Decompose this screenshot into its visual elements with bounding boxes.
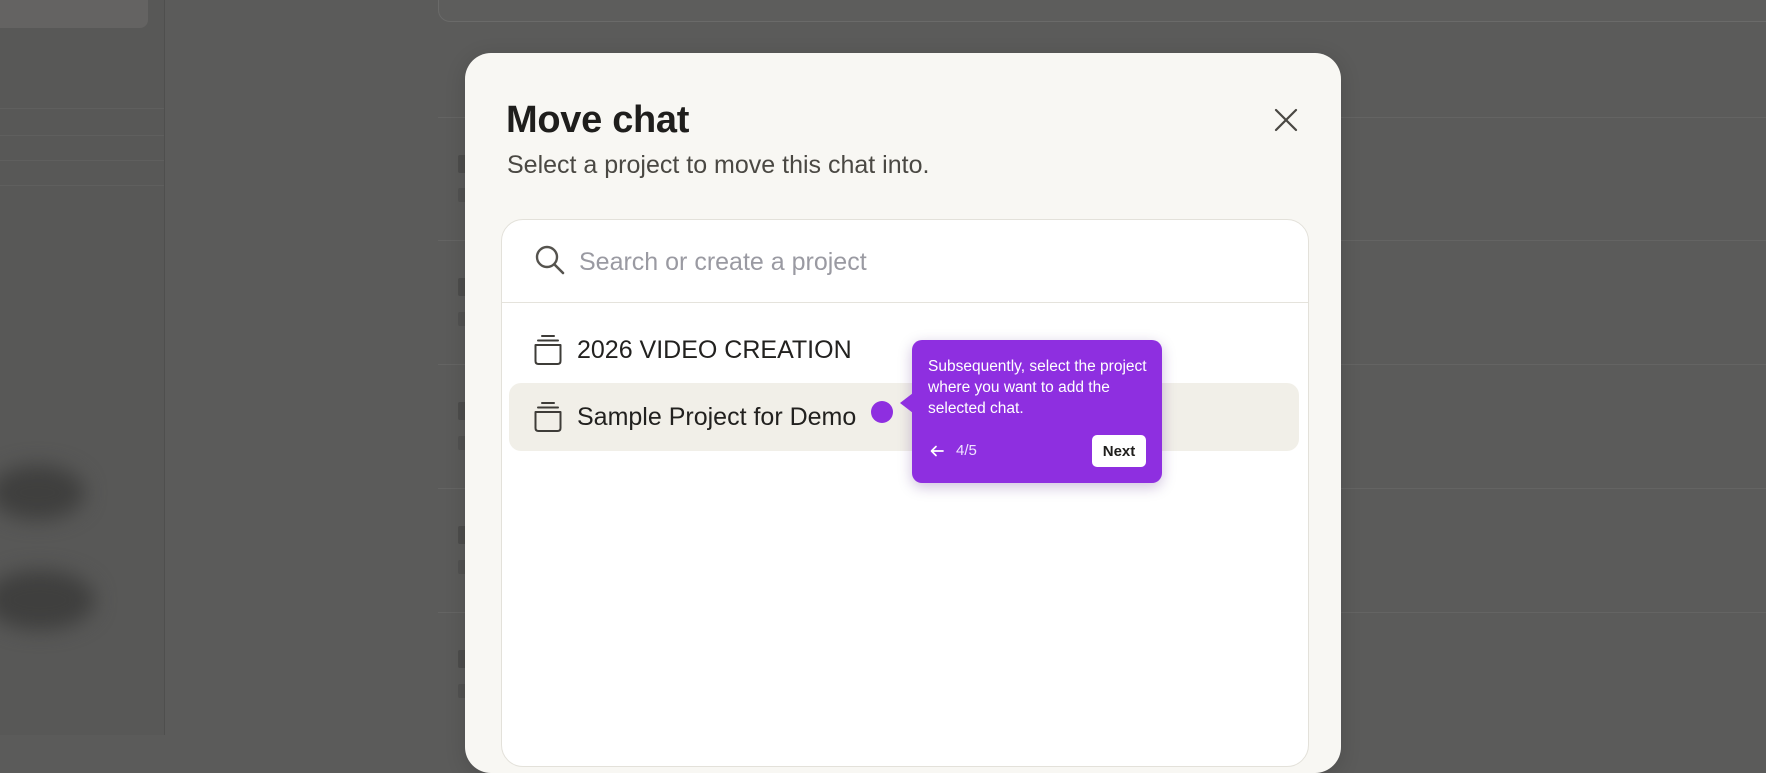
project-stack-icon: [534, 335, 562, 365]
project-stack-icon: [534, 402, 562, 432]
project-item-label: 2026 VIDEO CREATION: [577, 335, 852, 364]
arrow-left-icon: [930, 445, 944, 457]
tour-next-button[interactable]: Next: [1092, 435, 1146, 467]
project-item-label: Sample Project for Demo: [577, 402, 857, 431]
dialog-subtitle: Select a project to move this chat into.: [507, 151, 930, 179]
tour-step-counter: 4/5: [956, 442, 977, 459]
background-sidebar: [0, 0, 165, 735]
dialog-title: Move chat: [506, 99, 690, 141]
background-divider: [0, 160, 164, 161]
tooltip-arrow: [900, 393, 913, 413]
background-divider: [0, 135, 164, 136]
tour-back-button[interactable]: [926, 440, 948, 462]
background-divider: [0, 108, 164, 109]
close-icon: [1274, 108, 1298, 132]
move-chat-dialog: Move chat Select a project to move this …: [465, 53, 1341, 773]
search-row: [502, 220, 1308, 303]
tour-tooltip: Subsequently, select the project where y…: [900, 340, 1162, 483]
project-search-input[interactable]: [577, 238, 1281, 286]
background-blur: [0, 465, 85, 520]
project-picker: 2026 VIDEO CREATION Sample Project for D…: [501, 219, 1309, 767]
background-divider: [0, 185, 164, 186]
tour-hotspot[interactable]: [871, 401, 893, 423]
background-search-bar: [438, 0, 1766, 22]
project-item-2026-video-creation[interactable]: 2026 VIDEO CREATION: [509, 316, 1299, 384]
close-button[interactable]: [1269, 103, 1303, 137]
search-icon: [535, 245, 565, 275]
background-blur: [0, 570, 95, 630]
background-sidebar-pill: [0, 0, 148, 28]
tooltip-text: Subsequently, select the project where y…: [928, 358, 1147, 417]
